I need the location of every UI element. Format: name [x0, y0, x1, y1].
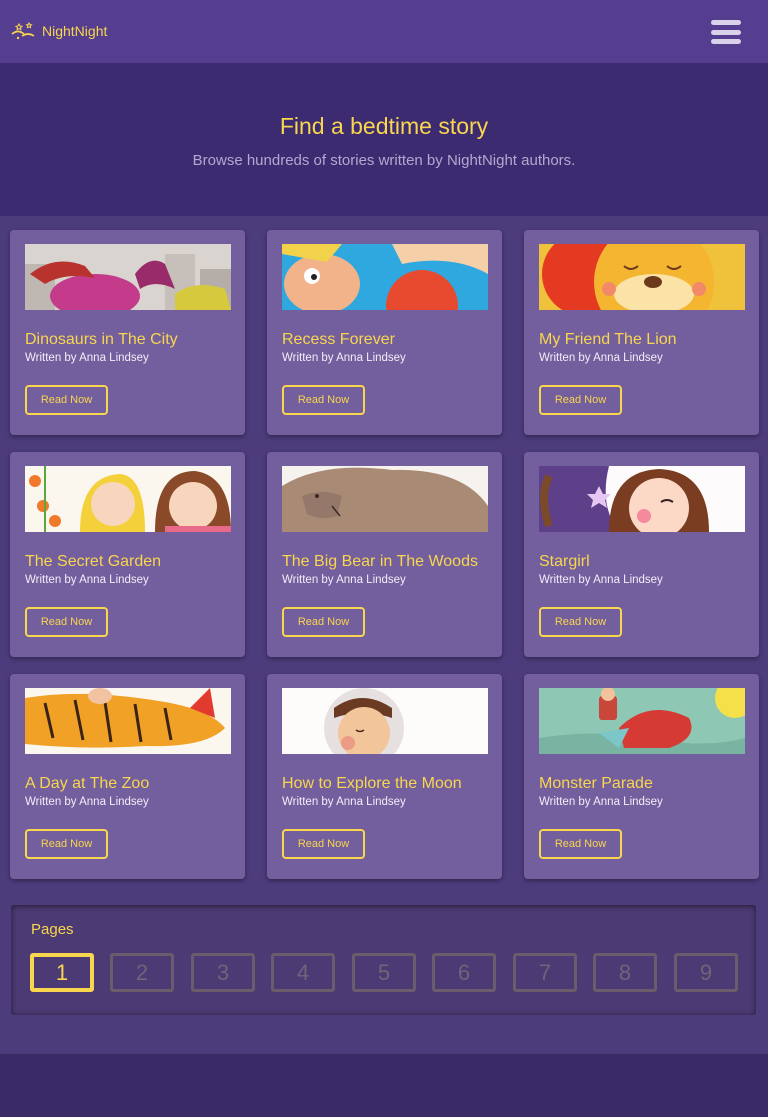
story-illustration: [539, 688, 745, 754]
story-illustration: [25, 244, 231, 310]
page-button-4[interactable]: 4: [271, 953, 335, 992]
story-author: Written by Anna Lindsey: [25, 796, 149, 808]
read-now-button[interactable]: Read Now: [25, 607, 108, 637]
story-title[interactable]: The Secret Garden: [25, 553, 161, 571]
story-illustration: [539, 244, 745, 310]
story-card: Stargirl Written by Anna Lindsey Read No…: [524, 452, 759, 657]
read-now-button[interactable]: Read Now: [282, 385, 365, 415]
navbar: NightNight: [0, 0, 768, 63]
moon-stars-icon: [11, 21, 35, 40]
page-button-5[interactable]: 5: [352, 953, 416, 992]
page-button-3[interactable]: 3: [191, 953, 255, 992]
story-illustration: [282, 688, 488, 754]
story-illustration: [539, 466, 745, 532]
page-button-9[interactable]: 9: [674, 953, 738, 992]
footer: [0, 1054, 768, 1117]
brand-link[interactable]: NightNight: [10, 21, 107, 41]
story-card: Monster Parade Written by Anna Lindsey R…: [524, 674, 759, 879]
story-card: How to Explore the Moon Written by Anna …: [267, 674, 502, 879]
story-author: Written by Anna Lindsey: [282, 574, 406, 586]
pagination-label: Pages: [31, 921, 74, 938]
story-title[interactable]: My Friend The Lion: [539, 331, 677, 349]
page-button-1[interactable]: 1: [30, 953, 94, 992]
story-title[interactable]: How to Explore the Moon: [282, 775, 462, 793]
story-author: Written by Anna Lindsey: [539, 352, 663, 364]
story-title[interactable]: Recess Forever: [282, 331, 395, 349]
brand-name: NightNight: [42, 23, 108, 39]
story-author: Written by Anna Lindsey: [539, 796, 663, 808]
read-now-button[interactable]: Read Now: [282, 607, 365, 637]
story-title[interactable]: Dinosaurs in The City: [25, 331, 178, 349]
story-card: Dinosaurs in The City Written by Anna Li…: [10, 230, 245, 435]
story-card: The Secret Garden Written by Anna Lindse…: [10, 452, 245, 657]
story-card: The Big Bear in The Woods Written by Ann…: [267, 452, 502, 657]
read-now-button[interactable]: Read Now: [539, 829, 622, 859]
story-card: My Friend The Lion Written by Anna Linds…: [524, 230, 759, 435]
story-title[interactable]: Stargirl: [539, 553, 590, 571]
read-now-button[interactable]: Read Now: [25, 385, 108, 415]
story-title[interactable]: The Big Bear in The Woods: [282, 553, 478, 571]
pagination: Pages 1 2 3 4 5 6 7 8 9: [11, 905, 756, 1015]
story-title[interactable]: Monster Parade: [539, 775, 653, 793]
read-now-button[interactable]: Read Now: [539, 385, 622, 415]
story-card: A Day at The Zoo Written by Anna Lindsey…: [10, 674, 245, 879]
page-subtitle: Browse hundreds of stories written by Ni…: [192, 152, 576, 169]
story-card: Recess Forever Written by Anna Lindsey R…: [267, 230, 502, 435]
story-author: Written by Anna Lindsey: [25, 574, 149, 586]
story-illustration: [25, 688, 231, 754]
story-author: Written by Anna Lindsey: [282, 352, 406, 364]
story-illustration: [282, 466, 488, 532]
story-title[interactable]: A Day at The Zoo: [25, 775, 149, 793]
read-now-button[interactable]: Read Now: [25, 829, 108, 859]
story-author: Written by Anna Lindsey: [25, 352, 149, 364]
hamburger-menu-icon[interactable]: [709, 18, 743, 46]
page-button-2[interactable]: 2: [110, 953, 174, 992]
story-illustration: [25, 466, 231, 532]
page-button-7[interactable]: 7: [513, 953, 577, 992]
read-now-button[interactable]: Read Now: [282, 829, 365, 859]
read-now-button[interactable]: Read Now: [539, 607, 622, 637]
page-button-6[interactable]: 6: [432, 953, 496, 992]
story-author: Written by Anna Lindsey: [282, 796, 406, 808]
page-button-8[interactable]: 8: [593, 953, 657, 992]
story-author: Written by Anna Lindsey: [539, 574, 663, 586]
page-title: Find a bedtime story: [279, 113, 489, 139]
hero-section: Find a bedtime story Browse hundreds of …: [0, 63, 768, 216]
story-illustration: [282, 244, 488, 310]
